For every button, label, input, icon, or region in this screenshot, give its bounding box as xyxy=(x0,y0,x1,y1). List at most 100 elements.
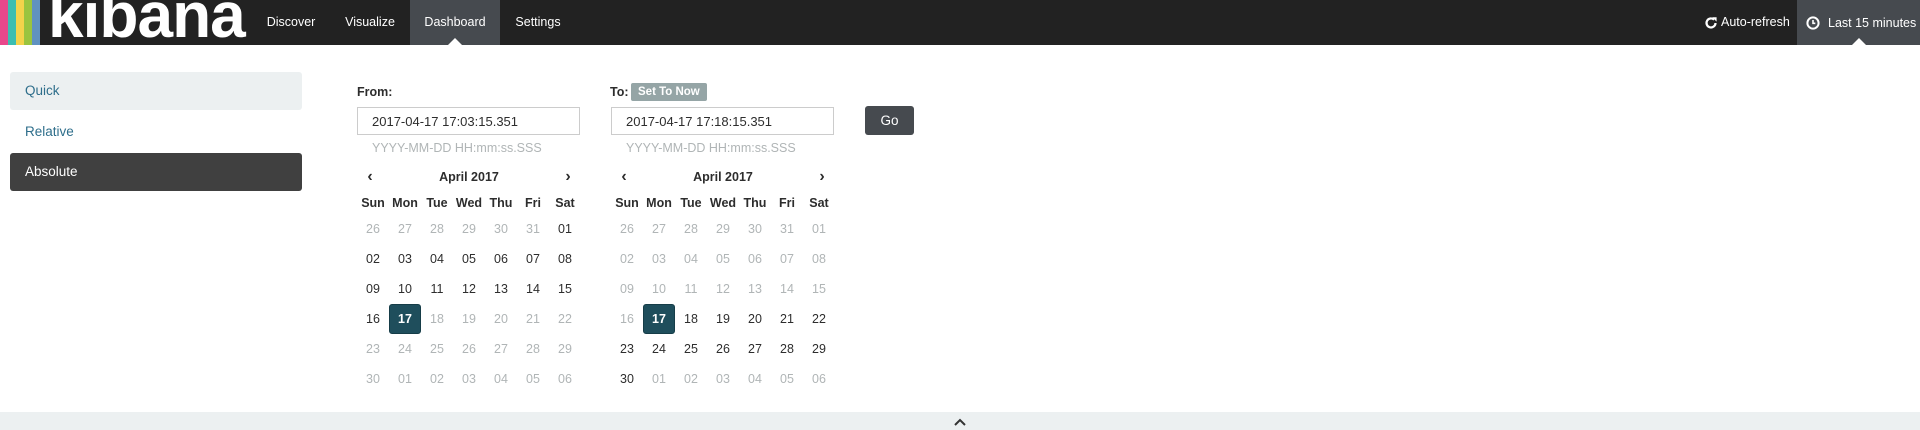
calendar-day[interactable]: 01 xyxy=(643,364,675,394)
calendar-day[interactable]: 14 xyxy=(517,274,549,304)
calendar-day[interactable]: 20 xyxy=(739,304,771,334)
calendar-day[interactable]: 04 xyxy=(739,364,771,394)
calendar-day[interactable]: 23 xyxy=(611,334,643,364)
tab-visualize[interactable]: Visualize xyxy=(330,0,410,45)
calendar-day[interactable]: 20 xyxy=(485,304,517,334)
tab-dashboard[interactable]: Dashboard xyxy=(410,0,500,45)
calendar-month-title[interactable]: April 2017 xyxy=(357,168,581,186)
calendar-day[interactable]: 29 xyxy=(803,334,835,364)
time-picker-button[interactable]: Last 15 minutes xyxy=(1797,0,1920,45)
calendar-day[interactable]: 18 xyxy=(421,304,453,334)
calendar-day[interactable]: 04 xyxy=(421,244,453,274)
calendar-day[interactable]: 29 xyxy=(707,214,739,244)
calendar-day[interactable]: 17 xyxy=(389,304,421,334)
auto-refresh-button[interactable]: Auto-refresh xyxy=(1704,0,1790,45)
mode-absolute[interactable]: Absolute xyxy=(10,153,302,191)
calendar-day[interactable]: 12 xyxy=(707,274,739,304)
calendar-day[interactable]: 10 xyxy=(643,274,675,304)
calendar-day[interactable]: 24 xyxy=(643,334,675,364)
kibana-logo[interactable]: kibana xyxy=(0,0,252,45)
calendar-day[interactable]: 14 xyxy=(771,274,803,304)
calendar-day[interactable]: 01 xyxy=(803,214,835,244)
calendar-day[interactable]: 30 xyxy=(611,364,643,394)
collapse-bar[interactable] xyxy=(0,412,1920,430)
calendar-day[interactable]: 22 xyxy=(549,304,581,334)
calendar-day[interactable]: 28 xyxy=(771,334,803,364)
calendar-day[interactable]: 05 xyxy=(707,244,739,274)
calendar-day[interactable]: 25 xyxy=(675,334,707,364)
chevron-right-icon[interactable]: › xyxy=(559,168,577,186)
calendar-day[interactable]: 28 xyxy=(675,214,707,244)
tab-settings[interactable]: Settings xyxy=(500,0,576,45)
calendar-day[interactable]: 30 xyxy=(357,364,389,394)
calendar-day[interactable]: 26 xyxy=(453,334,485,364)
calendar-day[interactable]: 13 xyxy=(485,274,517,304)
calendar-day[interactable]: 26 xyxy=(707,334,739,364)
calendar-day[interactable]: 13 xyxy=(739,274,771,304)
calendar-day[interactable]: 21 xyxy=(517,304,549,334)
calendar-day[interactable]: 09 xyxy=(611,274,643,304)
calendar-day[interactable]: 26 xyxy=(357,214,389,244)
calendar-day[interactable]: 24 xyxy=(389,334,421,364)
calendar-day[interactable]: 04 xyxy=(675,244,707,274)
calendar-day[interactable]: 28 xyxy=(517,334,549,364)
calendar-day[interactable]: 30 xyxy=(739,214,771,244)
tab-discover[interactable]: Discover xyxy=(252,0,330,45)
calendar-day[interactable]: 21 xyxy=(771,304,803,334)
calendar-day[interactable]: 15 xyxy=(549,274,581,304)
calendar-day[interactable]: 06 xyxy=(739,244,771,274)
calendar-day[interactable]: 02 xyxy=(675,364,707,394)
calendar-day[interactable]: 15 xyxy=(803,274,835,304)
go-button[interactable]: Go xyxy=(865,106,914,135)
calendar-day[interactable]: 07 xyxy=(771,244,803,274)
calendar-day[interactable]: 01 xyxy=(549,214,581,244)
calendar-day[interactable]: 05 xyxy=(517,364,549,394)
calendar-day[interactable]: 27 xyxy=(739,334,771,364)
calendar-day[interactable]: 08 xyxy=(803,244,835,274)
calendar-day[interactable]: 02 xyxy=(421,364,453,394)
calendar-month-title[interactable]: April 2017 xyxy=(611,168,835,186)
calendar-day[interactable]: 31 xyxy=(517,214,549,244)
calendar-day[interactable]: 09 xyxy=(357,274,389,304)
to-datetime-input[interactable] xyxy=(611,107,834,135)
calendar-day[interactable]: 23 xyxy=(357,334,389,364)
calendar-day[interactable]: 03 xyxy=(389,244,421,274)
calendar-day[interactable]: 28 xyxy=(421,214,453,244)
calendar-day[interactable]: 04 xyxy=(485,364,517,394)
calendar-day[interactable]: 10 xyxy=(389,274,421,304)
calendar-day[interactable]: 19 xyxy=(707,304,739,334)
calendar-day[interactable]: 30 xyxy=(485,214,517,244)
calendar-day[interactable]: 31 xyxy=(771,214,803,244)
calendar-day[interactable]: 16 xyxy=(611,304,643,334)
calendar-day[interactable]: 17 xyxy=(643,304,675,334)
calendar-day[interactable]: 11 xyxy=(675,274,707,304)
calendar-day[interactable]: 07 xyxy=(517,244,549,274)
calendar-day[interactable]: 02 xyxy=(357,244,389,274)
calendar-day[interactable]: 26 xyxy=(611,214,643,244)
calendar-day[interactable]: 27 xyxy=(643,214,675,244)
calendar-day[interactable]: 29 xyxy=(549,334,581,364)
from-datetime-input[interactable] xyxy=(357,107,580,135)
calendar-day[interactable]: 02 xyxy=(611,244,643,274)
mode-relative[interactable]: Relative xyxy=(10,113,302,151)
calendar-day[interactable]: 05 xyxy=(771,364,803,394)
calendar-day[interactable]: 19 xyxy=(453,304,485,334)
calendar-day[interactable]: 11 xyxy=(421,274,453,304)
calendar-day[interactable]: 05 xyxy=(453,244,485,274)
calendar-day[interactable]: 25 xyxy=(421,334,453,364)
calendar-day[interactable]: 01 xyxy=(389,364,421,394)
set-to-now-button[interactable]: Set To Now xyxy=(631,83,707,101)
calendar-day[interactable]: 16 xyxy=(357,304,389,334)
calendar-day[interactable]: 27 xyxy=(389,214,421,244)
calendar-day[interactable]: 08 xyxy=(549,244,581,274)
calendar-day[interactable]: 06 xyxy=(549,364,581,394)
chevron-right-icon[interactable]: › xyxy=(813,168,831,186)
calendar-day[interactable]: 22 xyxy=(803,304,835,334)
calendar-day[interactable]: 03 xyxy=(453,364,485,394)
calendar-day[interactable]: 12 xyxy=(453,274,485,304)
mode-quick[interactable]: Quick xyxy=(10,72,302,110)
calendar-day[interactable]: 03 xyxy=(707,364,739,394)
calendar-day[interactable]: 03 xyxy=(643,244,675,274)
calendar-day[interactable]: 29 xyxy=(453,214,485,244)
calendar-day[interactable]: 27 xyxy=(485,334,517,364)
